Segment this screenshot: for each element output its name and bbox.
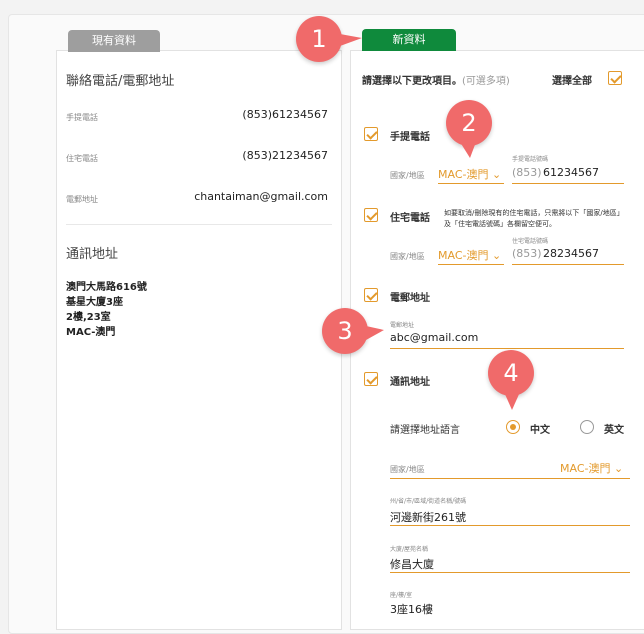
step-marker-1: 1 — [296, 16, 342, 62]
mobile-value: (853)61234567 — [242, 108, 328, 121]
email-section-label: 電郵地址 — [390, 293, 430, 304]
address-line-1: 澳門大馬路616號 — [66, 282, 147, 293]
email-checkbox[interactable] — [364, 288, 378, 302]
select-all-label: 選擇全部 — [552, 76, 592, 87]
address-line-4: MAC-澳門 — [66, 327, 116, 338]
building-input[interactable]: 修昌大廈 — [390, 556, 434, 572]
mobile-section-label: 手提電話 — [390, 132, 430, 143]
language-english-radio[interactable] — [580, 420, 594, 434]
address-line-3: 2樓,23室 — [66, 312, 111, 323]
home-region-select[interactable]: MAC-澳門 ⌄ — [438, 247, 501, 263]
mobile-checkbox[interactable] — [364, 127, 378, 141]
street-input[interactable]: 河邊新街261號 — [390, 509, 466, 525]
home-number-input[interactable]: 28234567 — [543, 247, 599, 260]
left-divider — [66, 224, 332, 225]
building-underline — [390, 572, 630, 573]
mobile-region-label: 國家/地區 — [390, 171, 425, 180]
contact-heading: 聯絡電話/電郵地址 — [66, 74, 175, 89]
mobile-number-input[interactable]: 61234567 — [543, 166, 599, 179]
home-number-label: 住宅電話號碼 — [512, 238, 549, 245]
language-chinese-radio[interactable] — [506, 420, 520, 434]
chevron-down-icon: ⌄ — [491, 249, 502, 262]
email-underline — [390, 348, 624, 349]
address-region-select[interactable]: MAC-澳門 ⌄ — [560, 460, 623, 476]
address-region-label: 國家/地區 — [390, 465, 425, 474]
home-phone-section-label: 住宅電話 — [390, 213, 430, 224]
mobile-number-label: 手提電話號碼 — [512, 156, 549, 163]
home-region-underline — [438, 264, 504, 265]
floor-input[interactable]: 3座16樓 — [390, 601, 433, 617]
home-phone-label: 住宅電話 — [66, 154, 98, 163]
select-all-checkbox[interactable] — [608, 71, 622, 85]
home-phone-value: (853)21234567 — [242, 149, 328, 162]
mobile-region-underline — [438, 183, 504, 184]
mobile-prefix: (853) — [512, 166, 542, 179]
floor-label: 座/樓/室 — [390, 592, 413, 599]
address-checkbox[interactable] — [364, 372, 378, 386]
current-data-panel — [56, 50, 342, 630]
address-heading: 通訊地址 — [66, 247, 119, 262]
address-line-2: 基星大廈3座 — [66, 297, 123, 308]
address-section-label: 通訊地址 — [390, 377, 430, 388]
home-region-label: 國家/地區 — [390, 252, 425, 261]
email-input[interactable]: abc@gmail.com — [390, 331, 478, 344]
tab-new-data[interactable]: 新資料 — [362, 29, 456, 51]
home-phone-note: 如要取消/刪除現有的住宅電話，只需將以下「國家/地區」及「住宅電話號碼」各欄留空… — [444, 209, 624, 228]
street-label: 州/省/市/區域/街道名稱/號碼 — [390, 498, 467, 505]
mobile-number-underline — [512, 183, 624, 184]
mobile-label: 手提電話 — [66, 113, 98, 122]
building-label: 大廈/屋苑名稱 — [390, 546, 429, 553]
home-phone-checkbox[interactable] — [364, 208, 378, 222]
step-marker-2: 2 — [446, 100, 492, 146]
home-prefix: (853) — [512, 247, 542, 260]
address-region-underline — [390, 478, 630, 479]
language-english-label: 英文 — [604, 425, 624, 436]
step-marker-4: 4 — [488, 350, 534, 396]
email-value: chantaiman@gmail.com — [194, 190, 328, 203]
instruction-text: 請選擇以下更改項目。(可選多項) — [362, 76, 510, 87]
email-label: 電郵地址 — [66, 195, 98, 204]
step-marker-3: 3 — [322, 308, 368, 354]
language-chinese-label: 中文 — [530, 425, 550, 436]
address-language-prompt: 請選擇地址語言 — [390, 425, 460, 436]
chevron-down-icon: ⌄ — [491, 168, 502, 181]
street-underline — [390, 525, 630, 526]
tab-current-data[interactable]: 現有資料 — [68, 30, 160, 52]
mobile-region-select[interactable]: MAC-澳門 ⌄ — [438, 166, 501, 182]
chevron-down-icon: ⌄ — [613, 462, 624, 475]
email-field-label: 電郵地址 — [390, 322, 415, 329]
home-number-underline — [512, 264, 624, 265]
